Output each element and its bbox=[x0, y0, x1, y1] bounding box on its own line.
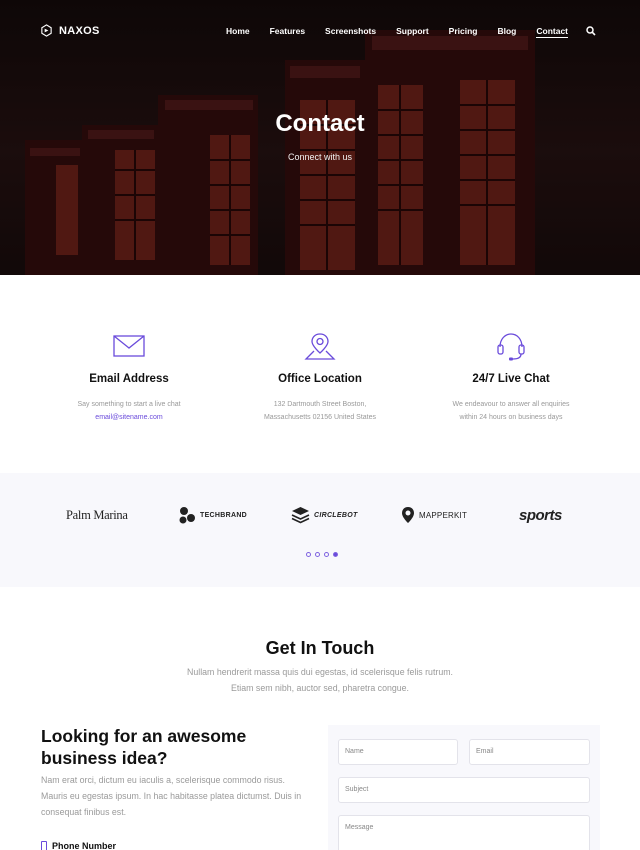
nav-menu: Home Features Screenshots Support Pricin… bbox=[206, 25, 596, 38]
headset-icon bbox=[497, 333, 525, 361]
info-title: 24/7 Live Chat bbox=[472, 373, 550, 385]
carousel-dot[interactable] bbox=[324, 552, 329, 557]
nav-item-blog[interactable]: Blog bbox=[497, 25, 516, 38]
nav-item-pricing[interactable]: Pricing bbox=[449, 25, 478, 38]
brand-logo-techbrand: TECHBRAND bbox=[178, 503, 247, 527]
brand-logo-circlebot: CIRCLEBOT bbox=[291, 503, 358, 527]
nav-item-screenshots[interactable]: Screenshots bbox=[325, 25, 376, 38]
name-field[interactable]: Name bbox=[338, 739, 458, 765]
map-pin-icon bbox=[304, 333, 336, 360]
carousel-pagination bbox=[306, 552, 338, 557]
page-subtitle: Connect with us bbox=[287, 152, 353, 162]
carousel-dot[interactable] bbox=[306, 552, 311, 557]
carousel-dot-active[interactable] bbox=[333, 552, 338, 557]
section-subtitle: Nullam hendrerit massa quis dui egestas,… bbox=[187, 667, 453, 693]
email-field[interactable]: Email bbox=[469, 739, 590, 765]
message-field[interactable]: Message bbox=[338, 815, 590, 850]
brand-name: NAXOS bbox=[59, 24, 100, 37]
nav-item-support[interactable]: Support bbox=[396, 25, 429, 38]
nav-item-features[interactable]: Features bbox=[270, 25, 305, 38]
brand-logo[interactable]: NAXOS bbox=[40, 24, 100, 37]
info-text: 132 Dartmouth Street Boston, Massachusett… bbox=[263, 401, 377, 421]
envelope-icon bbox=[113, 335, 145, 357]
brand-logo-palm-marina: Palm Marina bbox=[66, 507, 128, 522]
business-text: Nam erat orci, dictum eu iaculis a, scel… bbox=[41, 775, 302, 817]
techbrand-icon bbox=[179, 507, 195, 524]
circlebot-icon bbox=[291, 507, 310, 524]
carousel-dot[interactable] bbox=[315, 552, 320, 557]
section-title: Get In Touch bbox=[265, 638, 375, 658]
brand-logo-sports: sports bbox=[519, 506, 562, 524]
nav-item-contact[interactable]: Contact bbox=[536, 25, 568, 38]
contact-info-section: Email Address Say something to start a l… bbox=[0, 275, 640, 473]
info-text: Say something to start a live chat email@… bbox=[77, 401, 181, 421]
nav-item-home[interactable]: Home bbox=[226, 25, 250, 38]
phone-icon bbox=[41, 841, 47, 850]
phone-number-label: Phone Number bbox=[41, 841, 116, 850]
subject-field[interactable]: Subject bbox=[338, 777, 590, 803]
search-icon[interactable] bbox=[586, 26, 596, 36]
brand-logos-section: Palm Marina TECHBRAND CIRCLEBOT MAPPERKI… bbox=[0, 473, 640, 587]
logo-icon bbox=[41, 24, 52, 37]
email-link[interactable]: email@sitename.com bbox=[95, 414, 162, 421]
info-title: Office Location bbox=[278, 373, 362, 385]
business-heading: Looking for an awesome business idea? bbox=[41, 726, 247, 768]
brand-logo-mapperkit: MAPPERKIT bbox=[401, 503, 467, 527]
contact-form: Name Email Subject Message bbox=[328, 725, 600, 850]
info-text: We endeavour to answer all enquiries with… bbox=[452, 401, 570, 421]
page-title: Contact bbox=[275, 110, 365, 137]
mapperkit-icon bbox=[402, 507, 414, 523]
info-title: Email Address bbox=[89, 373, 169, 385]
hero-section: NAXOS Home Features Screenshots Support … bbox=[0, 0, 640, 275]
top-navigation: NAXOS Home Features Screenshots Support … bbox=[0, 0, 640, 62]
